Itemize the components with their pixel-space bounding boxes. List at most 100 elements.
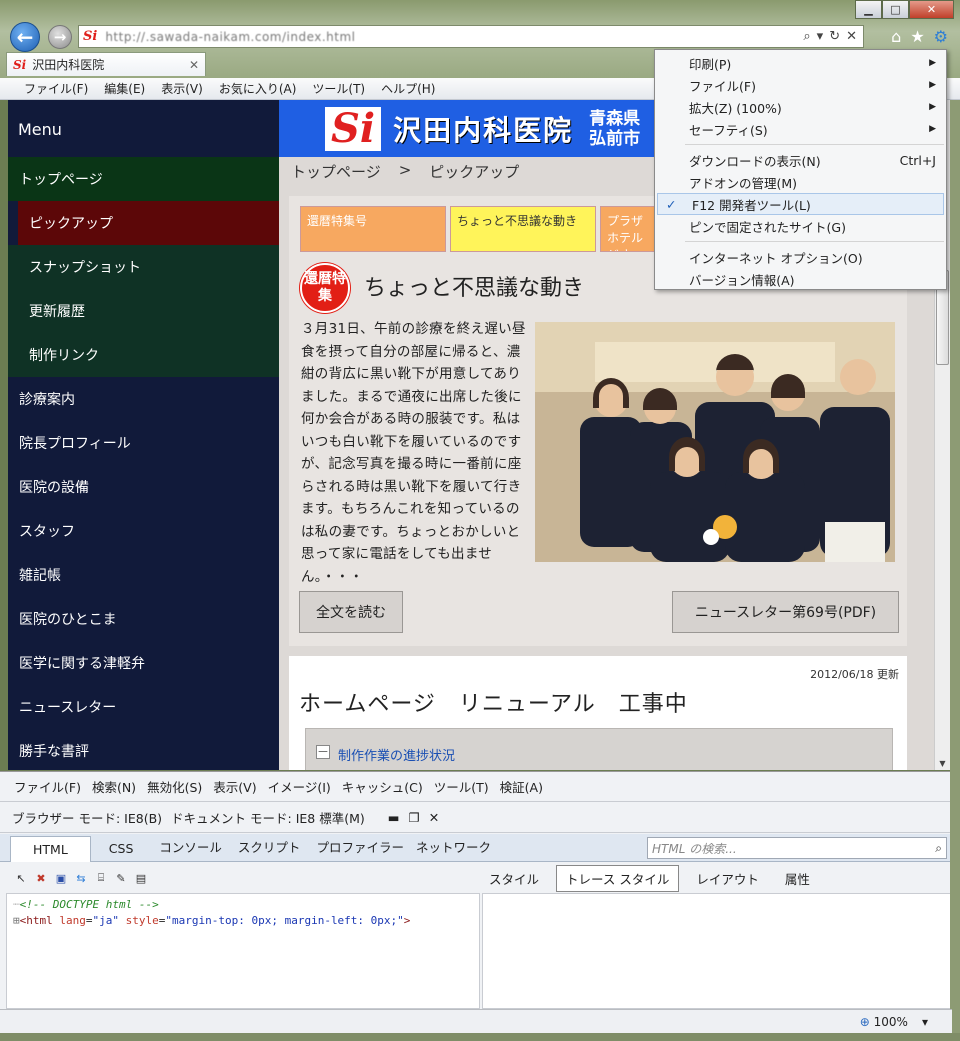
back-button[interactable]: ←	[10, 22, 40, 52]
devtools-undock-icon[interactable]: ❐	[409, 810, 420, 825]
attr-lang: lang	[59, 914, 86, 927]
document-mode-selector[interactable]: ドキュメント モード: IE8 標準(M)	[171, 808, 365, 827]
address-bar[interactable]: Si http://.sawada-naikam.com/index.html …	[78, 25, 864, 48]
clear-icon[interactable]: ✖	[34, 871, 48, 885]
sidebar-item-staff[interactable]: スタッフ	[8, 509, 279, 553]
sidebar-item-clinic-info[interactable]: 診療案内	[8, 377, 279, 421]
window-right-frame	[950, 100, 960, 1033]
sidebar-item-moments[interactable]: 医院のひとこま	[8, 597, 279, 641]
minimize-button[interactable]: ▁	[855, 0, 882, 19]
menu-label: ピンで固定されたサイト(G)	[689, 219, 846, 235]
sidebar-item-links[interactable]: 制作リンク	[8, 333, 279, 377]
pickup-tab-hotel[interactable]: プラザホテルジオ	[600, 206, 658, 252]
devtools-tab-network[interactable]: ネットワーク	[412, 837, 495, 861]
address-url[interactable]: http://.sawada-naikam.com/index.html	[105, 30, 355, 44]
sidebar-item-dialect[interactable]: 医学に関する津軽弁	[8, 641, 279, 685]
breadcrumb-home[interactable]: トップページ	[291, 161, 381, 182]
tools-menu-downloads[interactable]: ダウンロードの表示(N) Ctrl+J	[655, 149, 946, 171]
sidebar-item-pickup[interactable]: ピックアップ	[18, 201, 279, 245]
site-logo: Si	[325, 106, 382, 151]
edit-icon[interactable]: ✎	[114, 871, 128, 885]
forward-button[interactable]: →	[48, 25, 72, 49]
sidebar-item-notes[interactable]: 雑記帳	[8, 553, 279, 597]
menu-view[interactable]: 表示(V)	[161, 80, 203, 97]
save-icon[interactable]: ▣	[54, 871, 68, 885]
home-icon[interactable]: ⌂	[891, 27, 901, 46]
menu-tools[interactable]: ツール(T)	[312, 80, 365, 97]
sidebar-item-history[interactable]: 更新履歴	[8, 289, 279, 333]
zoom-indicator[interactable]: ⊕ 100%	[860, 1015, 908, 1029]
tools-menu-zoom[interactable]: 拡大(Z) (100%) ▶	[655, 96, 946, 118]
devtools-tab-console[interactable]: コンソール	[151, 837, 230, 861]
menu-file[interactable]: ファイル(F)	[24, 80, 88, 97]
search-icon[interactable]: ⌕	[935, 841, 942, 856]
browser-mode-selector[interactable]: ブラウザー モード: IE8(B)	[12, 808, 162, 827]
tools-menu-devtools[interactable]: ✓ F12 開発者ツール(L)	[657, 193, 944, 215]
newsletter-pdf-button[interactable]: ニュースレター第69号(PDF)	[672, 591, 899, 633]
stop-icon[interactable]: ✕	[846, 29, 857, 44]
devtools-tab-script[interactable]: スクリプト	[230, 837, 309, 861]
scroll-down-arrow-icon[interactable]: ▼	[936, 759, 949, 768]
style-tab-style[interactable]: スタイル	[480, 866, 548, 891]
browser-tab[interactable]: Si 沢田内科医院 ✕	[6, 52, 206, 76]
html-search-input[interactable]: HTML の検索... ⌕	[647, 837, 947, 859]
sidebar-item-top[interactable]: トップページ	[8, 157, 279, 201]
dropdown-icon[interactable]: ▾	[817, 29, 824, 44]
tools-menu-about[interactable]: バージョン情報(A)	[655, 268, 946, 290]
menu-favorites[interactable]: お気に入り(A)	[219, 80, 297, 97]
select-element-icon[interactable]: ↖	[14, 871, 28, 885]
collapse-toggle[interactable]: －	[316, 745, 330, 759]
sidebar-item-facilities[interactable]: 医院の設備	[8, 465, 279, 509]
menu-shortcut: Ctrl+J	[899, 152, 936, 168]
sidebar-item-snapshot[interactable]: スナップショット	[8, 245, 279, 289]
devtools-menu-disable[interactable]: 無効化(S)	[147, 777, 202, 796]
tools-menu-safety[interactable]: セーフティ(S) ▶	[655, 118, 946, 140]
devtools-tab-profiler[interactable]: プロファイラー	[308, 837, 412, 861]
refresh-dom-icon[interactable]: ⇆	[74, 871, 88, 885]
menu-edit[interactable]: 編集(E)	[104, 80, 145, 97]
tools-menu-internet-options[interactable]: インターネット オプション(O)	[655, 246, 946, 268]
gear-icon[interactable]: ⚙	[934, 27, 948, 46]
location-prefecture: 青森県	[589, 108, 641, 129]
search-icon[interactable]: ⌕	[803, 29, 810, 44]
devtools-menu-images[interactable]: イメージ(I)	[268, 777, 331, 796]
sidebar-item-profile[interactable]: 院長プロフィール	[8, 421, 279, 465]
style-tab-layout[interactable]: レイアウト	[687, 866, 768, 891]
devtools-menu-tools[interactable]: ツール(T)	[434, 777, 489, 796]
tools-menu-addons[interactable]: アドオンの管理(M)	[655, 171, 946, 193]
tools-menu-file[interactable]: ファイル(F) ▶	[655, 74, 946, 96]
devtools-minimize-icon[interactable]: ▬	[388, 810, 400, 825]
devtools-menu-cache[interactable]: キャッシュ(C)	[342, 777, 423, 796]
expand-icon[interactable]: ⊞	[13, 914, 20, 927]
favorites-star-icon[interactable]: ★	[910, 27, 924, 46]
read-more-button[interactable]: 全文を読む	[299, 591, 403, 633]
zoom-level: 100%	[873, 1014, 908, 1029]
sidebar-item-reviews[interactable]: 勝手な書評	[8, 729, 279, 770]
style-tab-attributes[interactable]: 属性	[776, 866, 819, 891]
devtools-tab-css[interactable]: CSS	[91, 841, 152, 861]
refresh-icon[interactable]: ↻	[829, 29, 840, 44]
menu-help[interactable]: ヘルプ(H)	[381, 80, 435, 97]
dom-tree-html-row[interactable]: ⊞<html lang="ja" style="margin-top: 0px;…	[13, 913, 473, 929]
devtools-menu-validate[interactable]: 検証(A)	[500, 777, 543, 796]
tab-close-icon[interactable]: ✕	[189, 58, 199, 72]
devtools-menu-find[interactable]: 検索(N)	[92, 777, 136, 796]
sidebar-item-newsletter[interactable]: ニュースレター	[8, 685, 279, 729]
zoom-dropdown-icon[interactable]: ▾	[922, 1015, 928, 1029]
word-wrap-icon[interactable]: ⌸	[94, 871, 108, 885]
dom-outline-icon[interactable]: ▤	[134, 871, 148, 885]
close-button[interactable]: ✕	[909, 0, 954, 19]
pickup-tab-kanreki[interactable]: 還暦特集号	[300, 206, 446, 252]
tools-menu-print[interactable]: 印刷(P) ▶	[655, 52, 946, 74]
devtools-close-icon[interactable]: ✕	[429, 810, 439, 825]
style-tab-trace[interactable]: トレース スタイル	[556, 864, 680, 892]
devtools-menu-file[interactable]: ファイル(F)	[14, 777, 81, 796]
dom-tree-comment-row[interactable]: ┈<!-- DOCTYPE html -->	[13, 897, 473, 913]
pickup-tab-fushigi[interactable]: ちょっと不思議な動き	[450, 206, 596, 252]
progress-link[interactable]: 制作作業の進捗状況	[338, 745, 455, 764]
tools-menu-pinned-sites[interactable]: ピンで固定されたサイト(G)	[655, 215, 946, 237]
devtools-tab-html[interactable]: HTML	[10, 836, 91, 862]
maximize-button[interactable]: □	[882, 0, 909, 19]
devtools-menu-view[interactable]: 表示(V)	[213, 777, 256, 796]
dom-tree[interactable]: ┈<!-- DOCTYPE html --> ⊞<html lang="ja" …	[6, 893, 480, 1009]
